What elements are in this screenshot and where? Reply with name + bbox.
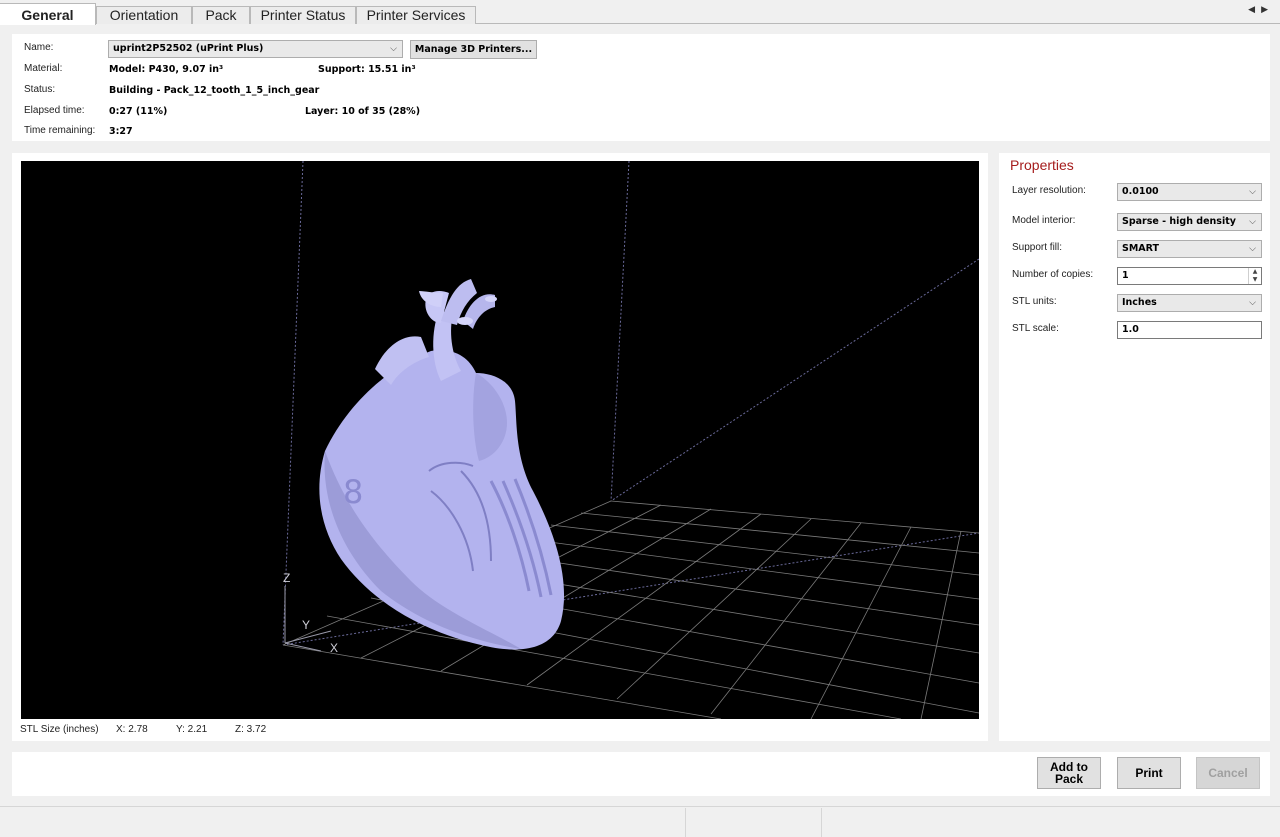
tab-orientation[interactable]: Orientation bbox=[96, 6, 192, 24]
model-interior-value: Sparse - high density bbox=[1122, 216, 1236, 227]
tab-pack[interactable]: Pack bbox=[192, 6, 250, 24]
axis-y-label: Y bbox=[302, 618, 310, 632]
tab-printer-status[interactable]: Printer Status bbox=[250, 6, 356, 24]
axis-z-label: Z bbox=[283, 571, 290, 585]
stl-size-label: STL Size (inches) bbox=[20, 724, 99, 735]
model-engraved-number: 8 bbox=[343, 473, 363, 511]
properties-panel: Properties Layer resolution: 0.0100 ⌵ Mo… bbox=[999, 153, 1270, 741]
stl-scale-field[interactable]: 1.0 bbox=[1117, 321, 1262, 339]
material-label: Material: bbox=[24, 63, 63, 74]
stl-scale-label: STL scale: bbox=[1012, 323, 1059, 334]
status-bar bbox=[0, 806, 1280, 837]
printer-info-panel: Name: uprint2P52502 (uPrint Plus) ⌵ Mana… bbox=[12, 34, 1270, 141]
chevron-down-icon: ⌵ bbox=[1249, 298, 1256, 308]
elapsed-time-value: 0:27 (11%) bbox=[109, 106, 168, 117]
tab-scroll-right-icon[interactable]: ▶ bbox=[1261, 4, 1274, 14]
tab-scroll-arrows[interactable]: ◀▶ bbox=[1248, 4, 1274, 15]
manage-3d-printers-button[interactable]: Manage 3D Printers... bbox=[410, 40, 537, 59]
stl-size-z: Z: 3.72 bbox=[235, 724, 267, 735]
support-fill-label: Support fill: bbox=[1012, 242, 1063, 253]
stl-size-x: X: 2.78 bbox=[116, 724, 148, 735]
3d-scene: 8 Z Y X bbox=[282, 161, 979, 719]
stl-units-label: STL units: bbox=[1012, 296, 1057, 307]
cancel-button[interactable]: Cancel bbox=[1196, 757, 1260, 789]
status-label: Status: bbox=[24, 84, 56, 95]
layer-resolution-select[interactable]: 0.0100 ⌵ bbox=[1117, 183, 1262, 201]
tab-scroll-left-icon[interactable]: ◀ bbox=[1248, 4, 1261, 14]
support-value: Support: 15.51 in³ bbox=[318, 64, 416, 75]
time-remaining-value: 3:27 bbox=[109, 126, 133, 137]
axis-x-label: X bbox=[330, 641, 338, 655]
copies-value: 1 bbox=[1122, 270, 1129, 281]
tab-bar: General Orientation Pack Printer Status … bbox=[0, 0, 1280, 25]
time-remaining-label: Time remaining: bbox=[24, 125, 96, 136]
chevron-down-icon: ⌵ bbox=[390, 44, 397, 54]
status-bar-divider bbox=[821, 808, 822, 837]
elapsed-time-label: Elapsed time: bbox=[24, 105, 85, 116]
stl-scale-value: 1.0 bbox=[1122, 324, 1139, 335]
model-interior-select[interactable]: Sparse - high density ⌵ bbox=[1117, 213, 1262, 231]
tab-general[interactable]: General bbox=[0, 3, 96, 25]
layer-progress-value: Layer: 10 of 35 (28%) bbox=[305, 106, 421, 117]
model-view-panel: 8 Z Y X STL Size (inches) X: 2.78 Y: 2.2… bbox=[12, 153, 988, 741]
stl-units-value: Inches bbox=[1122, 297, 1157, 308]
stl-size-y: Y: 2.21 bbox=[176, 724, 208, 735]
copies-label: Number of copies: bbox=[1012, 269, 1094, 280]
copies-stepper[interactable]: 1 ▲ ▼ bbox=[1117, 267, 1262, 285]
name-label: Name: bbox=[24, 42, 54, 53]
properties-title: Properties bbox=[1010, 157, 1074, 173]
status-bar-divider bbox=[685, 808, 686, 837]
support-fill-select[interactable]: SMART ⌵ bbox=[1117, 240, 1262, 258]
spin-arrows-icon[interactable]: ▲ ▼ bbox=[1248, 268, 1261, 284]
model-interior-label: Model interior: bbox=[1012, 215, 1076, 226]
chevron-down-icon: ⌵ bbox=[1249, 217, 1256, 227]
status-value: Building - Pack_12_tooth_1_5_inch_gear bbox=[109, 85, 320, 96]
add-to-pack-button[interactable]: Add to Pack bbox=[1037, 757, 1101, 789]
add-to-pack-label: Add to Pack bbox=[1050, 760, 1088, 786]
layer-resolution-label: Layer resolution: bbox=[1012, 185, 1086, 196]
print-button[interactable]: Print bbox=[1117, 757, 1181, 789]
support-fill-value: SMART bbox=[1122, 243, 1160, 254]
3d-viewport[interactable]: 8 Z Y X bbox=[21, 161, 979, 719]
stl-units-select[interactable]: Inches ⌵ bbox=[1117, 294, 1262, 312]
tab-printer-services[interactable]: Printer Services bbox=[356, 6, 476, 24]
material-value: Model: P430, 9.07 in³ bbox=[109, 64, 224, 75]
layer-resolution-value: 0.0100 bbox=[1122, 186, 1159, 197]
action-bar: Add to Pack Print Cancel bbox=[12, 752, 1270, 796]
printer-name-select[interactable]: uprint2P52502 (uPrint Plus) ⌵ bbox=[108, 40, 403, 58]
printer-name-value: uprint2P52502 (uPrint Plus) bbox=[113, 43, 264, 54]
heart-model: 8 bbox=[319, 279, 565, 650]
chevron-down-icon: ⌵ bbox=[1249, 187, 1256, 197]
chevron-down-icon: ⌵ bbox=[1249, 244, 1256, 254]
